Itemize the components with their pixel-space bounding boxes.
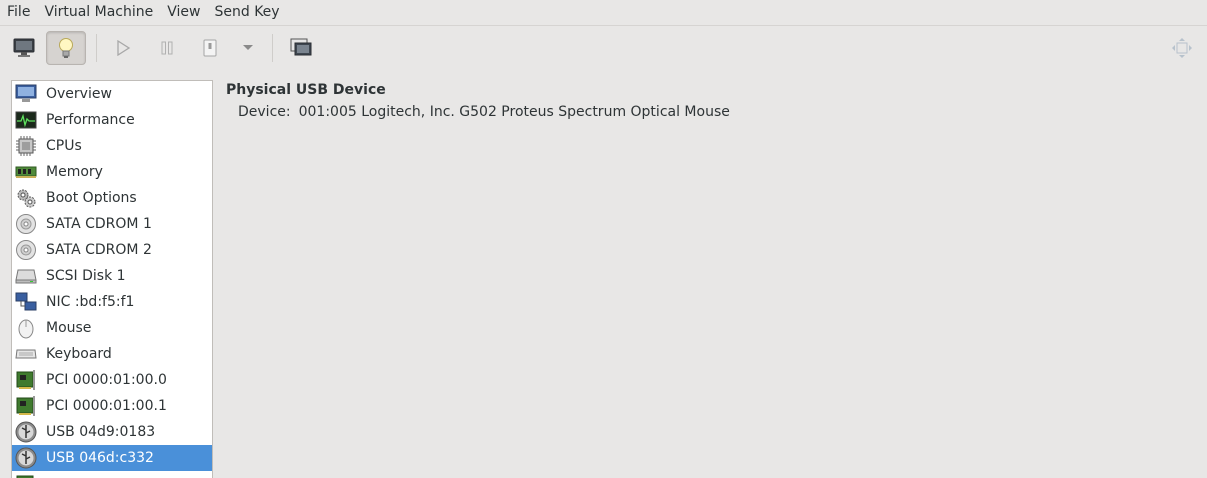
hw-item-label: NIC :bd:f5:f1 [46,294,135,310]
hw-item-label: Memory [46,164,103,180]
menu-send-key[interactable]: Send Key [207,0,286,25]
hw-item-performance[interactable]: Performance [12,107,212,133]
shutdown-menu-chevron-icon [243,45,253,50]
hw-item-cpus[interactable]: CPUs [12,133,212,159]
hw-item-label: PCI 0000:01:00.0 [46,372,167,388]
hw-item-pci-0[interactable]: PCI 0000:01:00.0 [12,367,212,393]
console-button[interactable] [4,31,44,65]
hw-item-label: SATA CDROM 1 [46,216,152,232]
toolbar-separator [272,34,273,62]
hw-item-label: USB 046d:c332 [46,450,154,466]
menu-view[interactable]: View [160,0,207,25]
hw-item-label: Mouse [46,320,92,336]
pci-card-icon [14,472,38,478]
menu-file[interactable]: File [0,0,37,25]
pci-card-icon [14,368,38,392]
mouse-icon [14,316,38,340]
performance-graph-icon [14,108,38,132]
shutdown-button[interactable] [190,31,230,65]
details-lightbulb-icon [59,38,73,58]
hw-item-label: USB 04d9:0183 [46,424,156,440]
pause-button[interactable] [147,31,187,65]
console-icon [13,38,35,57]
details-button[interactable] [46,31,86,65]
cdrom-disc-icon [14,212,38,236]
toolbar [0,25,1207,70]
run-icon [117,40,131,56]
snapshots-button[interactable] [281,31,321,65]
hard-disk-icon [14,264,38,288]
hw-item-label: SATA CDROM 2 [46,242,152,258]
cpu-chip-icon [14,134,38,158]
usb-icon [14,420,38,444]
cdrom-disc-icon [14,238,38,262]
hw-item-label: Performance [46,112,135,128]
shutdown-menu-button[interactable] [228,31,268,65]
hw-item-usb-046d-selected[interactable]: USB 046d:c332 [12,445,212,471]
toolbar-separator [96,34,97,62]
hw-item-pci-1[interactable]: PCI 0000:01:00.1 [12,393,212,419]
fullscreen-button[interactable] [1162,31,1202,65]
device-row: Device: 001:005 Logitech, Inc. G502 Prote… [238,102,730,122]
hardware-list: Overview Performance CPUs Memory Boot Op… [11,80,213,478]
usb-icon [14,446,38,470]
hw-item-label: CPUs [46,138,82,154]
gears-icon [14,186,38,210]
menu-virtual-machine[interactable]: Virtual Machine [37,0,160,25]
pci-card-icon [14,394,38,418]
snapshots-icon [290,38,312,56]
hw-item-sata-cdrom-1[interactable]: SATA CDROM 1 [12,211,212,237]
hw-item-memory[interactable]: Memory [12,159,212,185]
shutdown-icon [203,39,217,57]
details-title: Physical USB Device [226,82,386,98]
hw-item-sata-cdrom-2[interactable]: SATA CDROM 2 [12,237,212,263]
pause-icon [161,41,173,55]
hw-item-partial[interactable] [12,471,212,478]
memory-module-icon [14,160,38,184]
hw-item-mouse[interactable]: Mouse [12,315,212,341]
monitor-icon [14,82,38,106]
device-value: 001:005 Logitech, Inc. G502 Proteus Spec… [298,104,730,120]
hw-item-label: Overview [46,86,112,102]
hw-item-label: SCSI Disk 1 [46,268,126,284]
hw-item-label: PCI 0000:01:00.1 [46,398,167,414]
hw-item-label: Keyboard [46,346,112,362]
hw-item-boot-options[interactable]: Boot Options [12,185,212,211]
hw-item-keyboard[interactable]: Keyboard [12,341,212,367]
menu-bar: File Virtual Machine View Send Key [0,0,1207,25]
run-button[interactable] [103,31,143,65]
hw-item-label: Boot Options [46,190,137,206]
hw-item-nic[interactable]: NIC :bd:f5:f1 [12,289,212,315]
fullscreen-icon [1172,38,1192,58]
hw-item-usb-04d9[interactable]: USB 04d9:0183 [12,419,212,445]
hw-item-scsi-disk-1[interactable]: SCSI Disk 1 [12,263,212,289]
keyboard-icon [14,342,38,366]
network-icon [14,290,38,314]
hw-item-overview[interactable]: Overview [12,81,212,107]
device-label: Device: [238,104,291,120]
